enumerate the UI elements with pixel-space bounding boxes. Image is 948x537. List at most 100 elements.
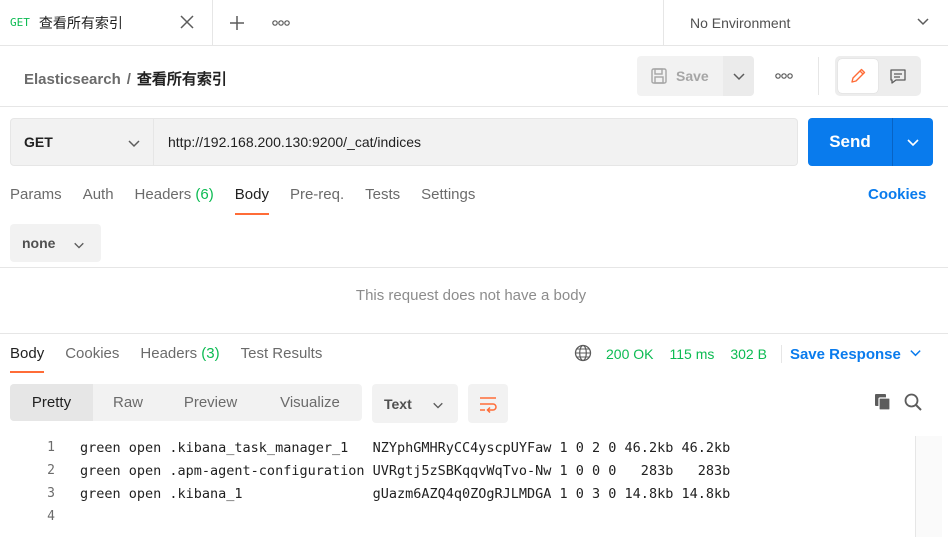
tab-label: Tests (365, 186, 401, 203)
chevron-down-icon (73, 238, 85, 254)
edit-mode-button[interactable] (838, 59, 878, 93)
more-horizontal-icon (272, 19, 290, 26)
send-button-label: Send (829, 132, 871, 151)
response-tab-cookies[interactable]: Cookies (65, 345, 119, 377)
tab-auth[interactable]: Auth (83, 186, 114, 218)
tab-strip: GET 查看所有索引 No Environment (0, 0, 948, 46)
url-input[interactable]: http://192.168.200.130:9200/_cat/indices (154, 118, 798, 166)
more-horizontal-icon (775, 73, 793, 79)
environment-selector[interactable]: No Environment (664, 0, 948, 45)
search-icon[interactable] (903, 392, 923, 415)
empty-body-message: This request does not have a body (355, 287, 587, 304)
response-body-editor[interactable]: 1 green open .kibana_task_manager_1 NZYp… (0, 436, 915, 528)
response-meta: 200 OK 115 ms 302 B Save Response (574, 343, 922, 365)
send-options-button[interactable] (892, 118, 933, 166)
tab-label: Settings (421, 186, 476, 203)
save-options-button[interactable] (723, 56, 754, 96)
divider (0, 267, 948, 268)
save-icon (651, 68, 667, 84)
http-method-select[interactable]: GET (10, 118, 154, 166)
body-type-value: none (22, 235, 56, 251)
tab-label: Headers (140, 345, 198, 362)
cookies-link[interactable]: Cookies (868, 186, 926, 203)
close-icon[interactable] (178, 13, 196, 31)
more-actions-button[interactable] (770, 65, 798, 87)
response-tab-body[interactable]: Body (10, 345, 45, 377)
response-size[interactable]: 302 B (730, 346, 767, 362)
view-preview[interactable]: Preview (163, 384, 258, 421)
tab-tests[interactable]: Tests (365, 186, 400, 218)
code-line: 2 green open .apm-agent-configuration UV… (0, 459, 915, 482)
view-label: Preview (183, 394, 238, 411)
view-raw[interactable]: Raw (93, 384, 163, 421)
tab-label: Pre-req. (289, 186, 345, 203)
chevron-down-icon (732, 73, 745, 81)
view-label: Pretty (31, 394, 72, 411)
tab-label: Auth (82, 186, 114, 203)
chevron-down-icon (127, 136, 141, 153)
editor-scrollbar[interactable] (915, 436, 942, 537)
line-text: green open .apm-agent-configuration UVRg… (80, 462, 731, 479)
save-response-button[interactable]: Save Response (790, 346, 901, 363)
mode-toggle-group (835, 56, 921, 96)
wrap-lines-button[interactable] (468, 384, 508, 423)
tab-label: Body (234, 186, 269, 203)
line-number: 1 (47, 440, 55, 455)
response-view-modes: Pretty Raw Preview Visualize (10, 384, 362, 421)
tab-label: Params (10, 186, 62, 203)
environment-label: No Environment (690, 14, 791, 31)
chevron-down-icon[interactable] (909, 346, 922, 362)
tab-body[interactable]: Body (234, 186, 270, 218)
tab-label: Test Results (240, 345, 323, 362)
response-tabs: Body Cookies Headers (3) Test Results (10, 345, 343, 377)
response-tab-headers[interactable]: Headers (3) (140, 345, 219, 377)
tab-settings[interactable]: Settings (421, 186, 475, 218)
globe-icon[interactable] (574, 344, 592, 365)
send-button[interactable]: Send (808, 118, 892, 166)
line-text: green open .kibana_task_manager_1 NZYphG… (80, 439, 731, 456)
code-line: 4 (0, 505, 915, 528)
save-button[interactable]: Save (637, 56, 723, 96)
breadcrumb: Elasticsearch / 查看所有索引 (24, 68, 227, 89)
tab-pre-request[interactable]: Pre-req. (290, 186, 344, 218)
body-type-select[interactable]: none (10, 224, 101, 262)
status-code[interactable]: 200 OK (606, 346, 653, 362)
response-time[interactable]: 115 ms (669, 346, 714, 362)
line-number: 2 (47, 463, 55, 478)
view-label: Visualize (280, 394, 340, 411)
documentation-mode-button[interactable] (878, 59, 918, 93)
request-tab[interactable]: GET 查看所有索引 (0, 0, 213, 45)
code-line: 3 green open .kibana_1 gUazm6AZQ4q0ZOgRJ… (0, 482, 915, 505)
url-value: http://192.168.200.130:9200/_cat/indices (168, 134, 421, 150)
divider (0, 333, 948, 334)
chevron-down-icon (907, 139, 919, 147)
request-tabs: Params Auth Headers (6) Body Pre-req. Te… (10, 186, 496, 218)
response-tab-test-results[interactable]: Test Results (241, 345, 323, 377)
tab-method-badge: GET (10, 16, 30, 29)
breadcrumb-request-name[interactable]: 查看所有索引 (137, 71, 227, 88)
tab-label: Body (10, 345, 45, 362)
new-tab-button[interactable] (213, 0, 261, 45)
tab-headers[interactable]: Headers (6) (135, 186, 214, 218)
code-line: 1 green open .kibana_task_manager_1 NZYp… (0, 436, 915, 459)
save-button-label: Save (676, 68, 709, 84)
breadcrumb-collection[interactable]: Elasticsearch (24, 71, 121, 88)
response-format-select[interactable]: Text (372, 384, 458, 423)
copy-icon[interactable] (873, 392, 893, 415)
headers-count-badge: (6) (195, 186, 214, 203)
request-header: Elasticsearch / 查看所有索引 Save (0, 47, 948, 107)
tab-params[interactable]: Params (10, 186, 62, 218)
view-pretty[interactable]: Pretty (10, 384, 93, 421)
plus-icon (230, 15, 244, 30)
header-divider (818, 57, 819, 95)
http-method-value: GET (24, 134, 53, 150)
line-number: 3 (47, 486, 55, 501)
tab-label: Headers (134, 186, 192, 203)
tab-strip-spacer (301, 0, 664, 45)
more-tabs-button[interactable] (261, 0, 301, 45)
view-visualize[interactable]: Visualize (258, 384, 362, 421)
comment-icon (890, 69, 906, 84)
pencil-icon (851, 68, 866, 83)
wrap-lines-icon (480, 396, 497, 413)
breadcrumb-separator: / (126, 71, 131, 88)
